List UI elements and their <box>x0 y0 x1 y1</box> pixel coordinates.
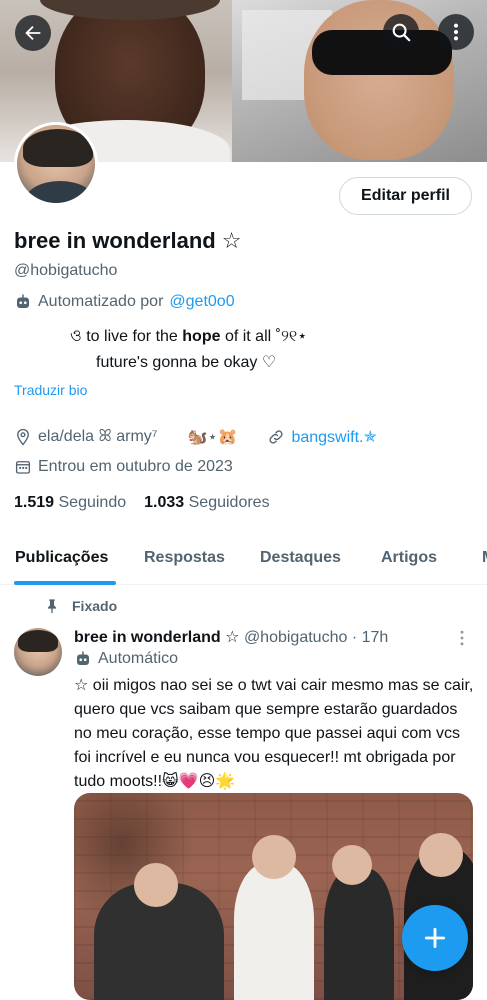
bot-icon <box>17 294 29 308</box>
post-author-avatar[interactable] <box>14 628 62 676</box>
post-image[interactable] <box>74 793 473 1000</box>
link-icon <box>269 430 284 444</box>
pinned-indicator: Fixado <box>44 598 117 614</box>
profile-handle: @hobigatucho <box>14 262 118 279</box>
joined-date: Entrou em outubro de 2023 <box>38 458 233 475</box>
post-author-name[interactable]: bree in wonderland ☆ <box>74 629 239 646</box>
automated-by: Automatizado por @get0o0 <box>14 293 235 311</box>
followers-link[interactable]: 1.033 Seguidores <box>144 494 269 512</box>
tab-replies[interactable]: Respostas <box>144 549 225 567</box>
profile-website-link[interactable]: bangswift.✯ <box>291 427 376 447</box>
bio-line-2: future's gonna be okay ♡ <box>96 354 277 371</box>
search-button[interactable] <box>383 14 419 50</box>
profile-name: bree in wonderland ☆ <box>14 228 242 253</box>
profile-tabs: Publicações Respostas Destaques Artigos … <box>0 533 487 585</box>
post-more-icon[interactable] <box>452 628 472 648</box>
calendar-icon <box>15 461 31 474</box>
tab-posts[interactable]: Publicações <box>15 549 108 567</box>
post-header: bree in wonderland ☆ @hobigatucho · 17h <box>74 627 388 647</box>
active-tab-indicator <box>14 581 116 585</box>
more-options-button[interactable] <box>438 14 474 50</box>
compose-post-button[interactable] <box>402 905 468 971</box>
profile-avatar[interactable] <box>14 122 98 206</box>
bio-line-1: ও to live for the hope of it all ˚୨୧⋆ <box>70 328 308 345</box>
post-author-meta: @hobigatucho · 17h <box>243 629 389 646</box>
tab-articles[interactable]: Artigos <box>381 549 437 567</box>
post-automated-label: Automático <box>74 650 178 668</box>
search-icon <box>392 23 411 42</box>
profile-bio: ও to live for the hope of it all ˚୨୧⋆ fu… <box>70 324 307 376</box>
joined-row: Entrou em outubro de 2023 <box>14 458 233 476</box>
bot-icon <box>77 651 89 665</box>
translate-bio-link[interactable]: Traduzir bio <box>14 382 87 398</box>
pin-icon <box>48 599 56 614</box>
back-button[interactable] <box>15 15 51 51</box>
follow-stats: 1.519 Seguindo 1.033 Seguidores <box>14 494 270 512</box>
arrow-left-icon <box>25 25 41 41</box>
location-icon <box>17 428 29 446</box>
automated-by-link[interactable]: @get0o0 <box>169 293 234 311</box>
tab-highlights[interactable]: Destaques <box>260 549 341 567</box>
pronouns-text: ela/dela ꕤ army⁷ <box>38 428 158 445</box>
following-link[interactable]: 1.519 Seguindo <box>14 494 126 512</box>
post-text: ☆ oii migos nao sei se o twt vai cair me… <box>74 677 474 790</box>
automated-by-label: Automatizado por <box>38 293 164 310</box>
profile-emojis: 🐿️⋆🐹 <box>187 429 238 446</box>
edit-profile-button[interactable]: Editar perfil <box>339 177 472 215</box>
tab-media[interactable]: M <box>482 549 487 567</box>
more-vertical-icon <box>453 23 459 41</box>
profile-meta-row: ela/dela ꕤ army⁷ 🐿️⋆🐹 bangswift.✯ <box>14 427 377 447</box>
plus-icon <box>424 927 446 949</box>
